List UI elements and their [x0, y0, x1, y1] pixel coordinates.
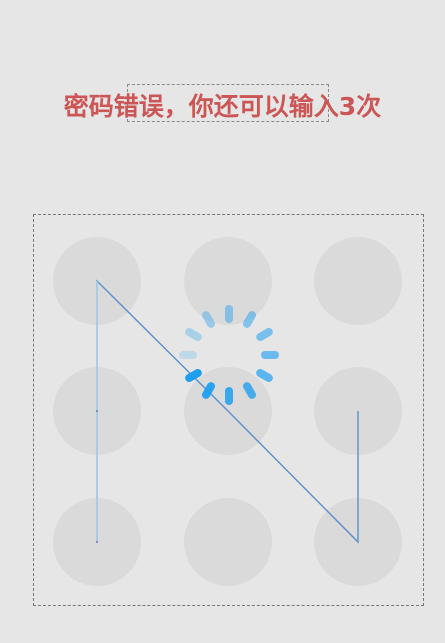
pattern-dot-4[interactable]: [53, 367, 141, 455]
pattern-dot-1[interactable]: [53, 237, 141, 325]
pattern-dot-7[interactable]: [53, 498, 141, 586]
pattern-dot-9[interactable]: [314, 498, 402, 586]
pattern-dot-6[interactable]: [314, 367, 402, 455]
error-message: 密码错误，你还可以输入3次: [63, 92, 382, 121]
pattern-dot-2[interactable]: [184, 237, 272, 325]
pattern-dot-3[interactable]: [314, 237, 402, 325]
status-message-container: 密码错误，你还可以输入3次: [0, 84, 445, 126]
pattern-dot-5[interactable]: [184, 367, 272, 455]
pattern-dot-8[interactable]: [184, 498, 272, 586]
